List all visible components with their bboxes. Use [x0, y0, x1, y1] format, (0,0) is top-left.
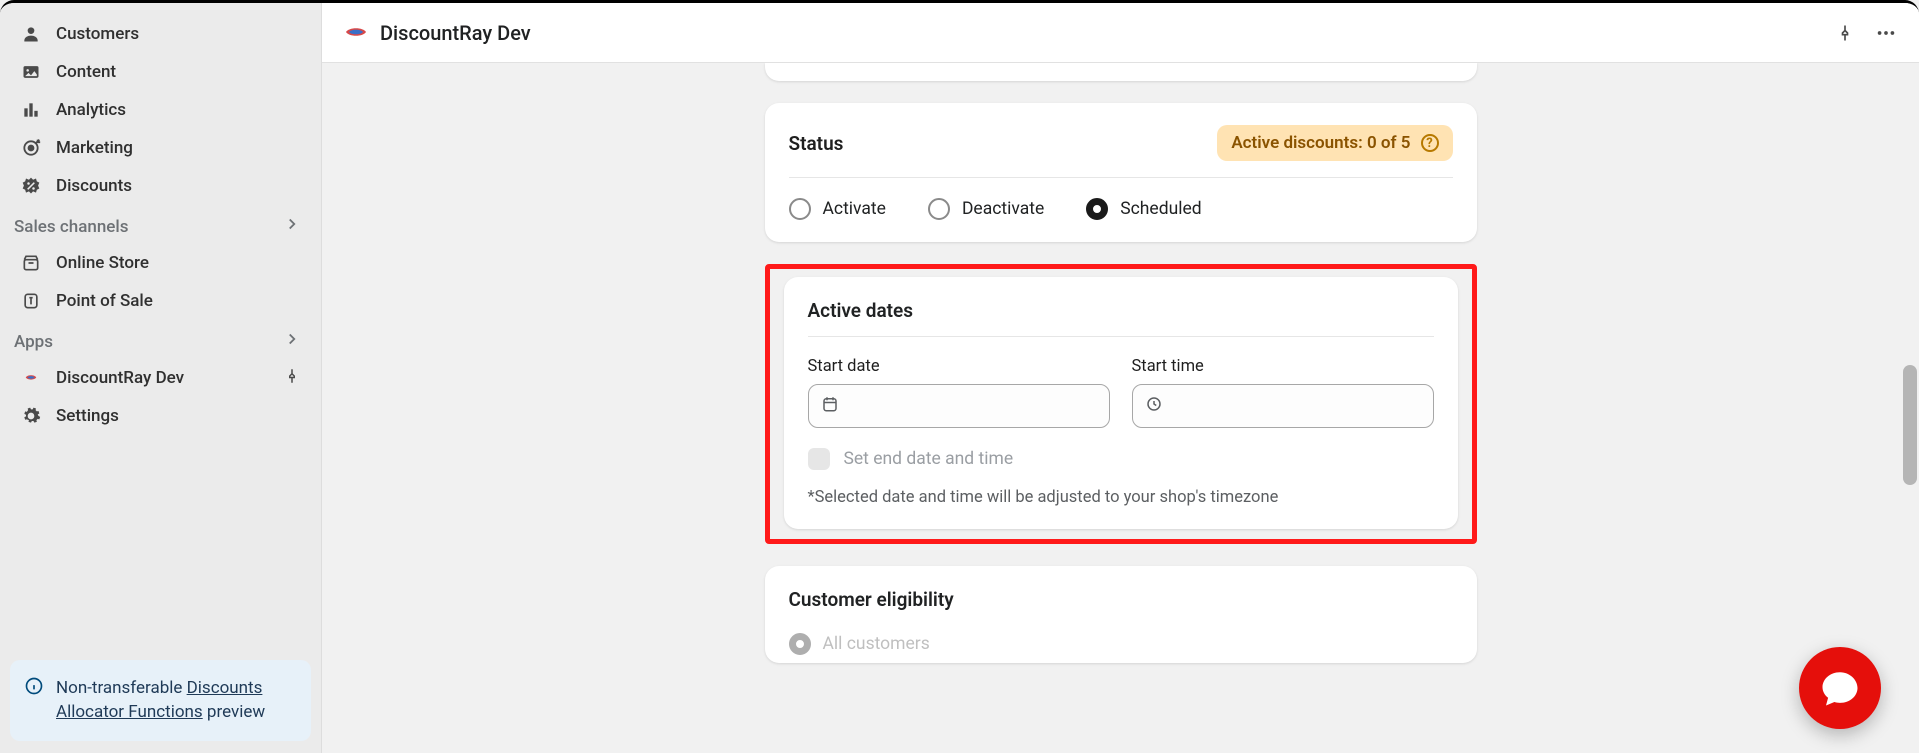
- start-time-field: Start time: [1132, 357, 1434, 428]
- radio-icon: [789, 198, 811, 220]
- target-icon: [20, 137, 42, 159]
- radio-label: Deactivate: [962, 199, 1044, 219]
- content-scroll[interactable]: Status Active discounts: 0 of 5 ? Activa…: [322, 63, 1919, 753]
- sidebar-section-sales-channels[interactable]: Sales channels: [10, 205, 311, 244]
- radio-icon: [928, 198, 950, 220]
- page-title: DiscountRay Dev: [380, 21, 1815, 45]
- info-icon: [24, 676, 44, 725]
- sidebar-item-content[interactable]: Content: [10, 53, 311, 91]
- discount-icon: [20, 175, 42, 197]
- active-discounts-badge: Active discounts: 0 of 5 ?: [1217, 125, 1452, 161]
- scrollbar[interactable]: [1903, 65, 1917, 741]
- radio-scheduled[interactable]: Scheduled: [1086, 198, 1201, 220]
- sidebar-item-settings[interactable]: Settings: [10, 397, 311, 435]
- radio-icon: [789, 633, 811, 655]
- customer-eligibility-card: Customer eligibility All customers: [765, 566, 1477, 663]
- timezone-hint: *Selected date and time will be adjusted…: [808, 470, 1434, 507]
- sidebar-item-label: Analytics: [56, 100, 126, 120]
- sidebar-item-analytics[interactable]: Analytics: [10, 91, 311, 129]
- sidebar-item-label: Marketing: [56, 138, 133, 158]
- start-time-input[interactable]: [1132, 384, 1434, 428]
- chevron-right-icon: [283, 215, 301, 238]
- start-time-label: Start time: [1132, 357, 1434, 376]
- status-title: Status: [789, 132, 844, 155]
- scrollbar-thumb[interactable]: [1903, 365, 1917, 485]
- pos-icon: [20, 290, 42, 312]
- app-logo-icon: [20, 367, 42, 389]
- pin-icon[interactable]: [283, 367, 301, 389]
- sidebar: Customers Content Analytics Marketing Di: [0, 3, 322, 753]
- notice-box: Non-transferable Discounts Allocator Fun…: [10, 660, 311, 741]
- active-dates-title: Active dates: [808, 299, 1434, 337]
- chevron-right-icon: [283, 330, 301, 353]
- more-button[interactable]: [1875, 22, 1897, 44]
- radio-deactivate[interactable]: Deactivate: [928, 198, 1044, 220]
- sidebar-item-online-store[interactable]: Online Store: [10, 244, 311, 282]
- radio-all-customers[interactable]: All customers: [789, 615, 1453, 655]
- sidebar-item-discounts[interactable]: Discounts: [10, 167, 311, 205]
- start-date-field: Start date: [808, 357, 1110, 428]
- store-icon: [20, 252, 42, 274]
- chat-icon: [1819, 667, 1861, 709]
- sidebar-item-label: Settings: [56, 406, 119, 426]
- bar-chart-icon: [20, 99, 42, 121]
- highlight-frame: Active dates Start date: [765, 264, 1477, 544]
- section-label: Sales channels: [14, 217, 128, 237]
- sidebar-item-customers[interactable]: Customers: [10, 15, 311, 53]
- sidebar-item-label: Point of Sale: [56, 291, 153, 311]
- gear-icon: [20, 405, 42, 427]
- start-date-label: Start date: [808, 357, 1110, 376]
- radio-label: Scheduled: [1120, 199, 1201, 219]
- sidebar-item-app-discountray[interactable]: DiscountRay Dev: [10, 359, 311, 397]
- radio-label: Activate: [823, 199, 886, 219]
- radio-icon: [1086, 198, 1108, 220]
- app-logo-icon: [344, 24, 368, 42]
- sidebar-item-label: Content: [56, 62, 116, 82]
- status-card: Status Active discounts: 0 of 5 ? Activa…: [765, 103, 1477, 242]
- clock-icon: [1145, 395, 1163, 417]
- notice-text: Non-transferable Discounts Allocator Fun…: [56, 676, 297, 725]
- section-label: Apps: [14, 332, 53, 352]
- checkbox-icon: [808, 448, 830, 470]
- person-icon: [20, 23, 42, 45]
- main-header: DiscountRay Dev: [322, 3, 1919, 63]
- start-date-input[interactable]: [808, 384, 1110, 428]
- chat-button[interactable]: [1799, 647, 1881, 729]
- sidebar-item-label: Discounts: [56, 176, 132, 196]
- sidebar-item-label: Customers: [56, 24, 139, 44]
- sidebar-item-marketing[interactable]: Marketing: [10, 129, 311, 167]
- sidebar-item-label: DiscountRay Dev: [56, 368, 184, 388]
- radio-label: All customers: [823, 634, 930, 654]
- active-dates-card: Active dates Start date: [784, 277, 1458, 529]
- radio-activate[interactable]: Activate: [789, 198, 886, 220]
- main-area: DiscountRay Dev Status Active discounts:…: [322, 3, 1919, 753]
- eligibility-title: Customer eligibility: [789, 588, 1453, 615]
- sidebar-section-apps[interactable]: Apps: [10, 320, 311, 359]
- help-icon[interactable]: ?: [1421, 134, 1439, 152]
- checkbox-label: Set end date and time: [844, 449, 1014, 469]
- sidebar-item-point-of-sale[interactable]: Point of Sale: [10, 282, 311, 320]
- calendar-icon: [821, 395, 839, 417]
- pin-button[interactable]: [1835, 23, 1855, 43]
- card-stub: [765, 63, 1477, 81]
- sidebar-item-label: Online Store: [56, 253, 149, 273]
- badge-text: Active discounts: 0 of 5: [1231, 133, 1410, 153]
- end-date-checkbox-row[interactable]: Set end date and time: [808, 428, 1434, 470]
- image-icon: [20, 61, 42, 83]
- status-radio-group: Activate Deactivate Scheduled: [789, 178, 1453, 220]
